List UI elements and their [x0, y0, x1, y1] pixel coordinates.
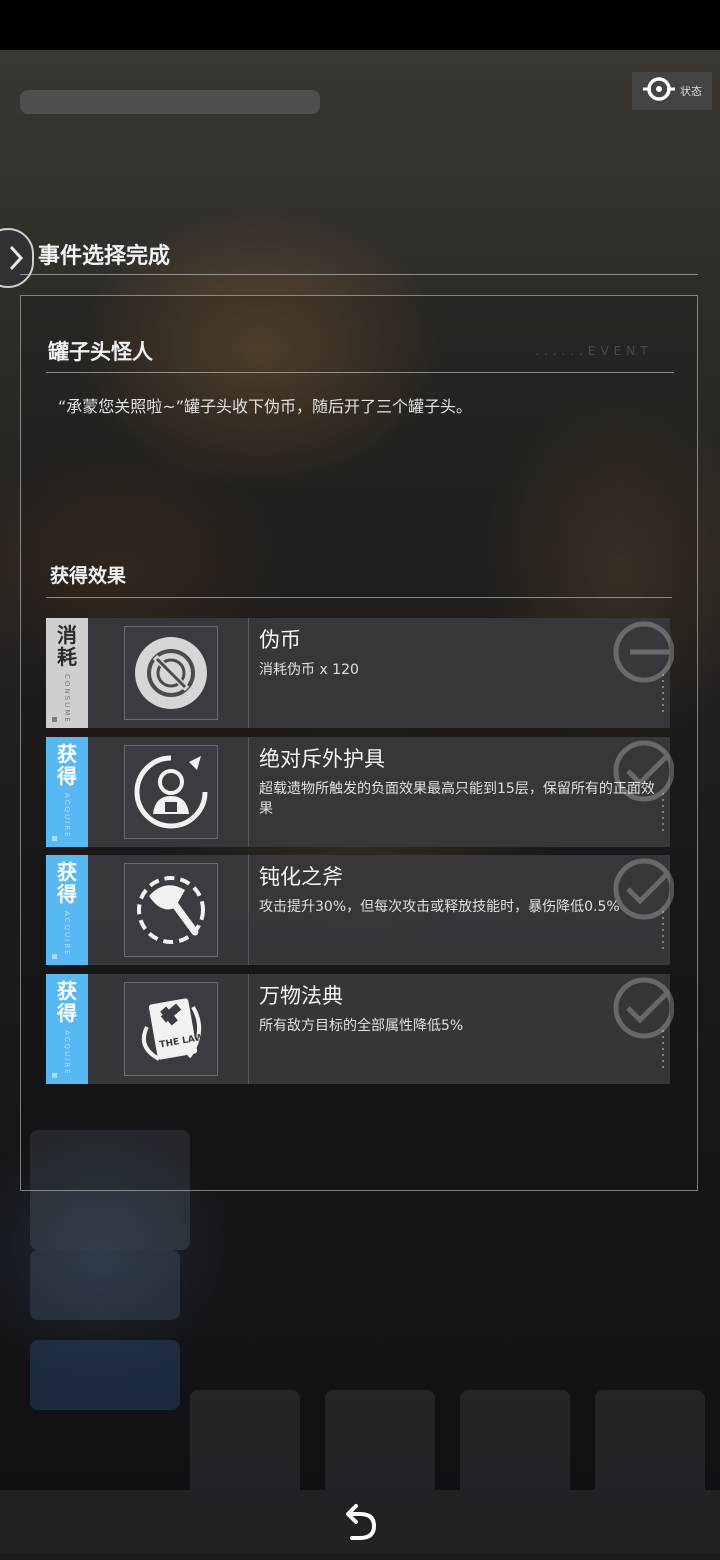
chevron-right-icon [0, 228, 34, 288]
event-header: 事件选择完成 [0, 228, 720, 288]
item-effect: 所有敌方目标的全部属性降低5% [259, 1018, 464, 1034]
back-arrow-icon [346, 1504, 377, 1540]
law-book-icon: THE LAW [124, 982, 218, 1076]
check-circle-icon [613, 858, 674, 920]
item-name: 绝对斥外护具 [259, 747, 385, 771]
item-name: 万物法典 [259, 984, 343, 1008]
header-divider [20, 274, 698, 275]
event-name-divider [46, 372, 674, 373]
gain-tag: 获得 ACQUIRE [46, 855, 88, 965]
effect-row-gain[interactable]: 获得 ACQUIRE 绝对斥外护具 超载遗物所触发的负面效果最高只能到15层，保… [46, 737, 674, 847]
effects-divider [46, 597, 672, 598]
armor-icon [124, 745, 218, 839]
item-effect: 攻击提升30%，但每次攻击或释放技能时，暴伤降低0.5% [259, 899, 620, 915]
consume-tag: 消耗 CONSUME [46, 618, 88, 728]
gain-tag: 获得 ACQUIRE [46, 974, 88, 1084]
effect-row-gain[interactable]: 获得 ACQUIRE 钝化之斧 攻击提升30%，但每次攻击或释放技能时，暴伤降低… [46, 855, 674, 965]
back-button[interactable] [335, 1497, 385, 1547]
minus-circle-icon [613, 621, 674, 683]
axe-icon [124, 863, 218, 957]
check-circle-icon [613, 977, 674, 1039]
item-name: 伪币 [259, 628, 301, 652]
effects-title: 获得效果 [50, 565, 127, 587]
effect-row-gain[interactable]: 获得 ACQUIRE THE LAW 万物法典 所有敌方目标的全部属性降低5% [46, 974, 674, 1084]
event-name: 罐子头怪人 [48, 340, 153, 364]
page-title: 事件选择完成 [38, 244, 171, 269]
item-name: 钝化之斧 [259, 865, 343, 889]
status-button-label: 状态 [680, 85, 702, 98]
check-circle-icon [613, 740, 674, 802]
item-effect: 消耗伪币 x 120 [259, 662, 359, 678]
coin-icon [124, 626, 218, 720]
event-description: “承蒙您关照啦~”罐子头收下伪币，随后开了三个罐子头。 [58, 397, 472, 416]
system-status-bar [0, 0, 720, 50]
item-effect: 超载遗物所触发的负面效果最高只能到15层，保留所有的正面效果 [259, 781, 655, 817]
status-icon [642, 76, 676, 106]
status-button[interactable]: 状态 [632, 72, 712, 110]
gain-tag: 获得 ACQUIRE [46, 737, 88, 847]
gesture-bar [0, 1554, 720, 1560]
event-watermark: ......EVENT [535, 344, 653, 358]
effect-row-consume[interactable]: 消耗 CONSUME 伪币 消耗伪币 x 120 [46, 618, 674, 728]
